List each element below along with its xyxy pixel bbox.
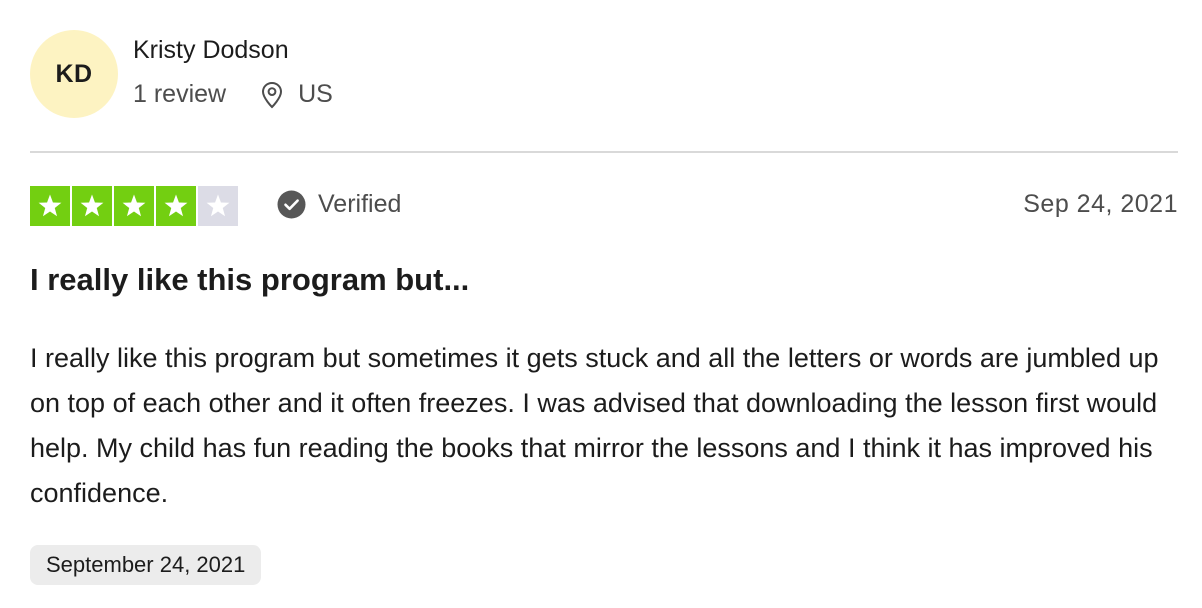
review-card: KD Kristy Dodson 1 review US Verified Se… xyxy=(0,0,1202,608)
star-icon xyxy=(206,194,230,217)
experience-date-label: September 24, 2021 xyxy=(46,552,246,577)
location-pin-icon xyxy=(262,81,283,108)
location-label: US xyxy=(298,80,333,108)
review-title[interactable]: I really like this program but... xyxy=(30,262,469,298)
reviewer-location: US xyxy=(260,80,333,109)
reviewer-meta: 1 review US xyxy=(133,80,333,109)
avatar[interactable]: KD xyxy=(30,30,118,118)
star-icon xyxy=(122,194,146,217)
review-date: Sep 24, 2021 xyxy=(1023,190,1178,218)
star-filled xyxy=(114,186,154,226)
star-filled xyxy=(156,186,196,226)
date-of-experience-badge: September 24, 2021 xyxy=(30,545,262,585)
verified-label: Verified xyxy=(318,190,402,218)
star-icon xyxy=(164,194,188,217)
review-count: 1 review xyxy=(133,80,227,108)
star-rating xyxy=(30,186,238,226)
check-circle-icon xyxy=(277,190,306,219)
reviewer-name[interactable]: Kristy Dodson xyxy=(133,36,289,65)
star-empty xyxy=(198,186,238,226)
review-body: I really like this program but sometimes… xyxy=(30,343,1159,508)
verified-badge[interactable]: Verified xyxy=(277,190,401,219)
star-filled xyxy=(72,186,112,226)
star-filled xyxy=(30,186,70,226)
divider xyxy=(30,151,1178,153)
avatar-initials: KD xyxy=(55,59,93,88)
star-icon xyxy=(38,194,62,217)
star-icon xyxy=(80,194,104,217)
